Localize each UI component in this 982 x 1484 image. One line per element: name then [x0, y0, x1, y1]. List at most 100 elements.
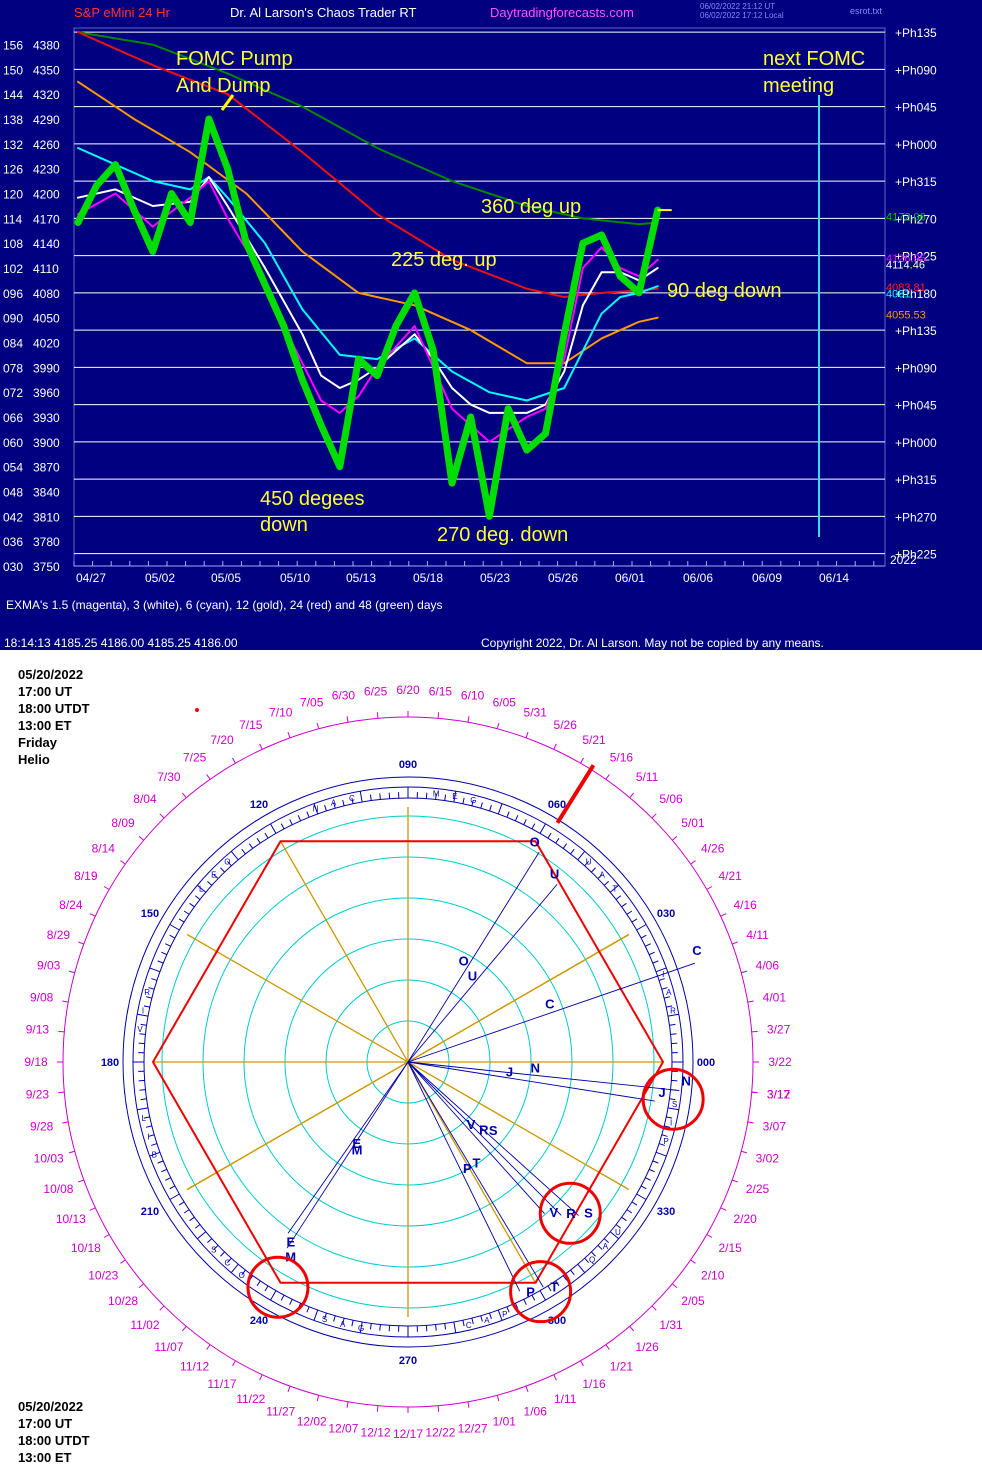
degree-tick — [183, 910, 190, 915]
degree-label: 330 — [657, 1206, 675, 1218]
date-label: 11/22 — [236, 1392, 265, 1406]
page: S&P eMini 24 Hr Dr. Al Larson's Chaos Tr… — [0, 0, 982, 1484]
y-price-label: 3900 — [33, 436, 60, 450]
degree-tick — [157, 960, 164, 964]
sp-emini-chart-panel: S&P eMini 24 Hr Dr. Al Larson's Chaos Tr… — [0, 0, 982, 650]
degree-tick — [523, 1299, 527, 1305]
date-tick — [120, 860, 126, 865]
degree-tick — [547, 832, 552, 839]
y-code-label: 030 — [3, 560, 23, 574]
date-label: 7/30 — [157, 770, 181, 784]
date-label: 8/29 — [47, 928, 71, 942]
planet-glyph-outer: J — [658, 1085, 665, 1100]
planet-spoke — [407, 1061, 521, 1292]
y-price-label: 4170 — [33, 212, 60, 226]
planet-spoke — [407, 1061, 545, 1214]
degree-label: 030 — [657, 908, 675, 920]
planet-glyph: S — [489, 1123, 498, 1138]
date-label: 10/13 — [56, 1212, 86, 1226]
date-label: 7/25 — [183, 750, 207, 764]
date-label: 1/26 — [635, 1340, 659, 1354]
date-tick — [103, 886, 110, 890]
degree-tick — [270, 823, 277, 834]
y-code-label: 054 — [3, 461, 23, 475]
date-tick — [496, 722, 500, 729]
planet-spoke — [407, 962, 696, 1063]
degree-tick — [621, 1216, 627, 1222]
zodiac-letter: A — [340, 1320, 346, 1329]
zodiac-letter: A — [484, 1316, 490, 1325]
stamp-top: 06/02/2022 21:12 UT — [700, 2, 775, 11]
y-code-label: 090 — [3, 312, 23, 326]
degree-tick — [640, 934, 647, 939]
y-code-label: 138 — [3, 113, 23, 127]
annotation-next-fomc: next FOMC — [763, 48, 865, 70]
date-label: 11/07 — [154, 1340, 183, 1354]
date-label: 4/11 — [746, 928, 769, 942]
degree-tick — [645, 1177, 651, 1181]
date-tick — [287, 1386, 291, 1393]
degree-tick — [183, 1209, 190, 1214]
degree-tick — [264, 832, 269, 839]
degree-tick — [603, 880, 609, 886]
date-tick — [706, 1234, 713, 1238]
date-label: 12/12 — [361, 1426, 391, 1440]
date-label: 1/01 — [493, 1414, 517, 1428]
planet-glyph: O — [459, 954, 469, 969]
y-price-label: 4260 — [33, 138, 60, 152]
date-label: 9/13 — [26, 1023, 50, 1037]
degree-tick — [648, 1168, 655, 1173]
date-tick — [376, 712, 379, 719]
degree-tick — [570, 1269, 575, 1276]
date-label: 1/16 — [582, 1377, 606, 1391]
degree-tick — [626, 910, 633, 915]
phase-label: +Ph315 — [895, 175, 937, 189]
degree-label: 000 — [697, 1057, 715, 1069]
y-price-label: 4320 — [33, 88, 60, 102]
planet-glyph-outer: U — [550, 866, 559, 881]
date-label: 3/22 — [768, 1055, 792, 1069]
ema-legend: EXMA's 1.5 (magenta), 3 (white), 6 (cyan… — [6, 598, 443, 612]
date-tick — [605, 1344, 610, 1350]
degree-tick — [555, 837, 560, 844]
zodiac-letter: S — [211, 1246, 216, 1255]
annotation-fomc-pump: FOMC Pump — [176, 48, 293, 70]
product-title: Dr. Al Larson's Chaos Trader RT — [230, 5, 417, 20]
zodiac-letter: A — [666, 988, 672, 997]
planet-glyph: U — [468, 968, 477, 983]
degree-tick — [280, 1294, 285, 1301]
degree-tick — [652, 1160, 659, 1164]
date-label: 11/02 — [130, 1318, 159, 1332]
date-tick — [525, 731, 529, 738]
y-code-label: 156 — [3, 39, 23, 53]
degree-tick — [489, 1312, 492, 1319]
zodiac-letter: Q — [589, 1255, 595, 1264]
degree-tick — [333, 1315, 336, 1322]
degree-tick — [248, 843, 254, 849]
date-label: 3/02 — [756, 1151, 780, 1165]
date-tick — [467, 716, 470, 723]
degree-tick — [169, 1185, 176, 1190]
degree-tick — [531, 823, 536, 830]
y-price-label: 3750 — [33, 560, 60, 574]
date-label: 5/26 — [554, 718, 578, 732]
date-tick — [62, 1000, 69, 1003]
planet-spoke — [407, 851, 540, 1063]
degree-label: 120 — [250, 799, 268, 811]
degree-label: 270 — [399, 1355, 417, 1367]
date-label: 4/21 — [718, 869, 742, 883]
date-tick — [316, 1395, 320, 1402]
degree-tick — [178, 918, 185, 923]
degree-tick — [256, 1280, 261, 1287]
degree-tick — [369, 1323, 372, 1330]
y-code-label: 132 — [3, 138, 23, 152]
date-tick — [181, 1325, 187, 1332]
planet-glyph-outer: O — [530, 835, 540, 850]
date-tick — [77, 941, 84, 945]
y-price-label: 4050 — [33, 312, 60, 326]
degree-tick — [220, 1251, 225, 1257]
degree-tick — [562, 843, 568, 849]
degree-tick — [631, 1201, 638, 1206]
quote-line: 18:14:13 4185.25 4186.00 4185.25 4186.00 — [4, 636, 238, 650]
date-label: 1/06 — [524, 1405, 548, 1419]
